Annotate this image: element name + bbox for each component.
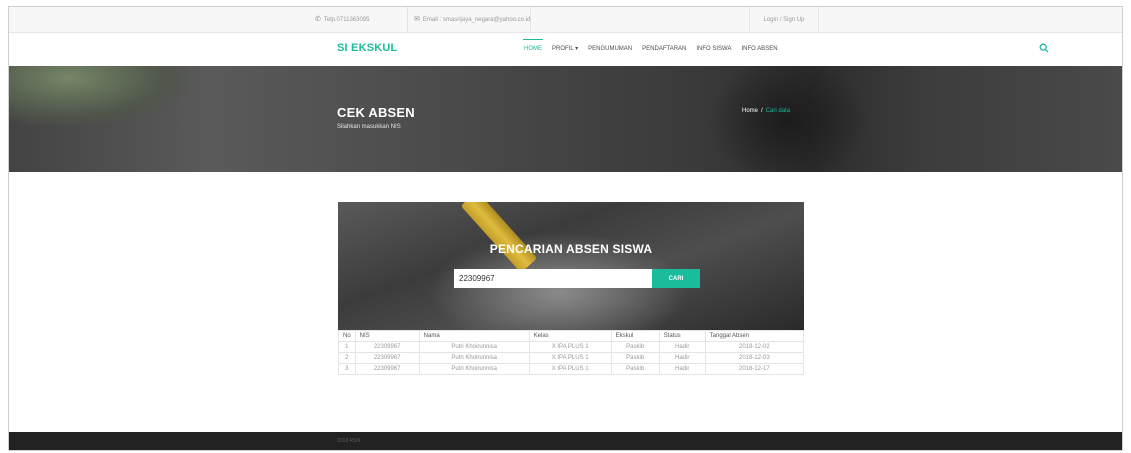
search-panel-title: PENCARIAN ABSEN SISWA (489, 242, 653, 256)
table-row: 1 22309967 Putri Khoirunnisa X IPA PLUS … (338, 341, 805, 353)
cell-kelas: X IPA PLUS 1 (528, 352, 612, 364)
cell-nis: 22309967 (354, 341, 420, 353)
email-text: Email : smasrijaya_negara@yahoo.co.id (422, 17, 531, 23)
footer-text: 2018 RSN (337, 438, 361, 444)
cell-tanggal: 2018-12-02 (704, 341, 805, 353)
cell-nama: Putri Khoirunnisa (418, 352, 530, 364)
page-title: CEK ABSEN (337, 105, 415, 120)
cell-nis: 22309967 (354, 352, 420, 364)
page-footer: 2018 RSN (9, 432, 1122, 450)
background-shadow (709, 66, 869, 172)
login-link[interactable]: Login / Sign Up (749, 7, 819, 33)
phone-icon: ✆ (315, 16, 321, 23)
col-nama: Nama (418, 330, 530, 342)
nav-menu: HOME PROFIL ▾ PENGUMUMAN PENDAFTARAN INF… (519, 33, 783, 66)
search-button[interactable]: CARI (652, 269, 700, 288)
col-no: No (338, 330, 356, 342)
cell-kelas: X IPA PLUS 1 (528, 341, 612, 353)
cell-ekskul: Paskib (610, 352, 660, 364)
search-icon[interactable] (1039, 43, 1049, 53)
table-header-row: No NIS Nama Kelas Ekskul Status Tanggal … (338, 330, 805, 342)
breadcrumb-separator: / (761, 108, 763, 114)
cell-ekskul: Paskib (610, 363, 660, 375)
cell-no: 2 (338, 352, 356, 364)
brand-logo[interactable]: SI EKSKUL (337, 42, 397, 54)
col-status: Status (658, 330, 706, 342)
cell-nis: 22309967 (354, 363, 420, 375)
cell-kelas: X IPA PLUS 1 (528, 363, 612, 375)
browser-page: ✆ Telp.0711363095 ✉ Email : smasrijaya_neg… (8, 6, 1123, 451)
nav-item-pendaftaran[interactable]: PENDAFTARAN (637, 33, 691, 66)
page-header-banner: CEK ABSEN Silahkan masukkan NIS Home / Car… (9, 66, 1122, 172)
main-navbar: SI EKSKUL HOME PROFIL ▾ PENGUMUMAN PENDA… (9, 33, 1122, 66)
cell-ekskul: Paskib (610, 341, 660, 353)
col-nis: NIS (354, 330, 420, 342)
nis-search-input[interactable] (454, 269, 652, 288)
cell-tanggal: 2018-12-17 (704, 363, 805, 375)
cell-nama: Putri Khoirunnisa (418, 363, 530, 375)
cell-status: Hadir (658, 363, 706, 375)
breadcrumb-home[interactable]: Home (742, 108, 758, 114)
cell-status: Hadir (658, 352, 706, 364)
page-subtitle: Silahkan masukkan NIS (337, 124, 401, 130)
phone-info: ✆ Telp.0711363095 (309, 7, 407, 33)
email-info: ✉ Email : smasrijaya_negara@yahoo.co.id (407, 7, 531, 33)
search-panel: PENCARIAN ABSEN SISWA CARI (338, 202, 804, 330)
cell-nama: Putri Khoirunnisa (418, 341, 530, 353)
nav-item-info-absen[interactable]: INFO ABSEN (737, 33, 783, 66)
table-row: 3 22309967 Putri Khoirunnisa X IPA PLUS … (338, 363, 805, 375)
breadcrumb: Home / Cari data (742, 108, 790, 114)
col-ekskul: Ekskul (610, 330, 660, 342)
nav-item-info-siswa[interactable]: INFO SISWA (691, 33, 736, 66)
col-tanggal: Tanggal Absen (704, 330, 805, 342)
table-row: 2 22309967 Putri Khoirunnisa X IPA PLUS … (338, 352, 805, 364)
envelope-icon: ✉ (414, 16, 420, 23)
top-info-bar: ✆ Telp.0711363095 ✉ Email : smasrijaya_neg… (9, 7, 1122, 33)
cell-status: Hadir (658, 341, 706, 353)
cell-tanggal: 2018-12-03 (704, 352, 805, 364)
attendance-table: No NIS Nama Kelas Ekskul Status Tanggal … (338, 330, 805, 375)
phone-text: Telp.0711363095 (323, 17, 370, 23)
cell-no: 3 (338, 363, 356, 375)
plant-background (9, 66, 189, 126)
breadcrumb-current: Cari data (765, 108, 791, 114)
nav-item-pengumuman[interactable]: PENGUMUMAN (583, 33, 637, 66)
nav-item-profil[interactable]: PROFIL ▾ (547, 33, 583, 66)
cell-no: 1 (338, 341, 356, 353)
col-kelas: Kelas (528, 330, 612, 342)
nav-item-home[interactable]: HOME (519, 33, 547, 66)
